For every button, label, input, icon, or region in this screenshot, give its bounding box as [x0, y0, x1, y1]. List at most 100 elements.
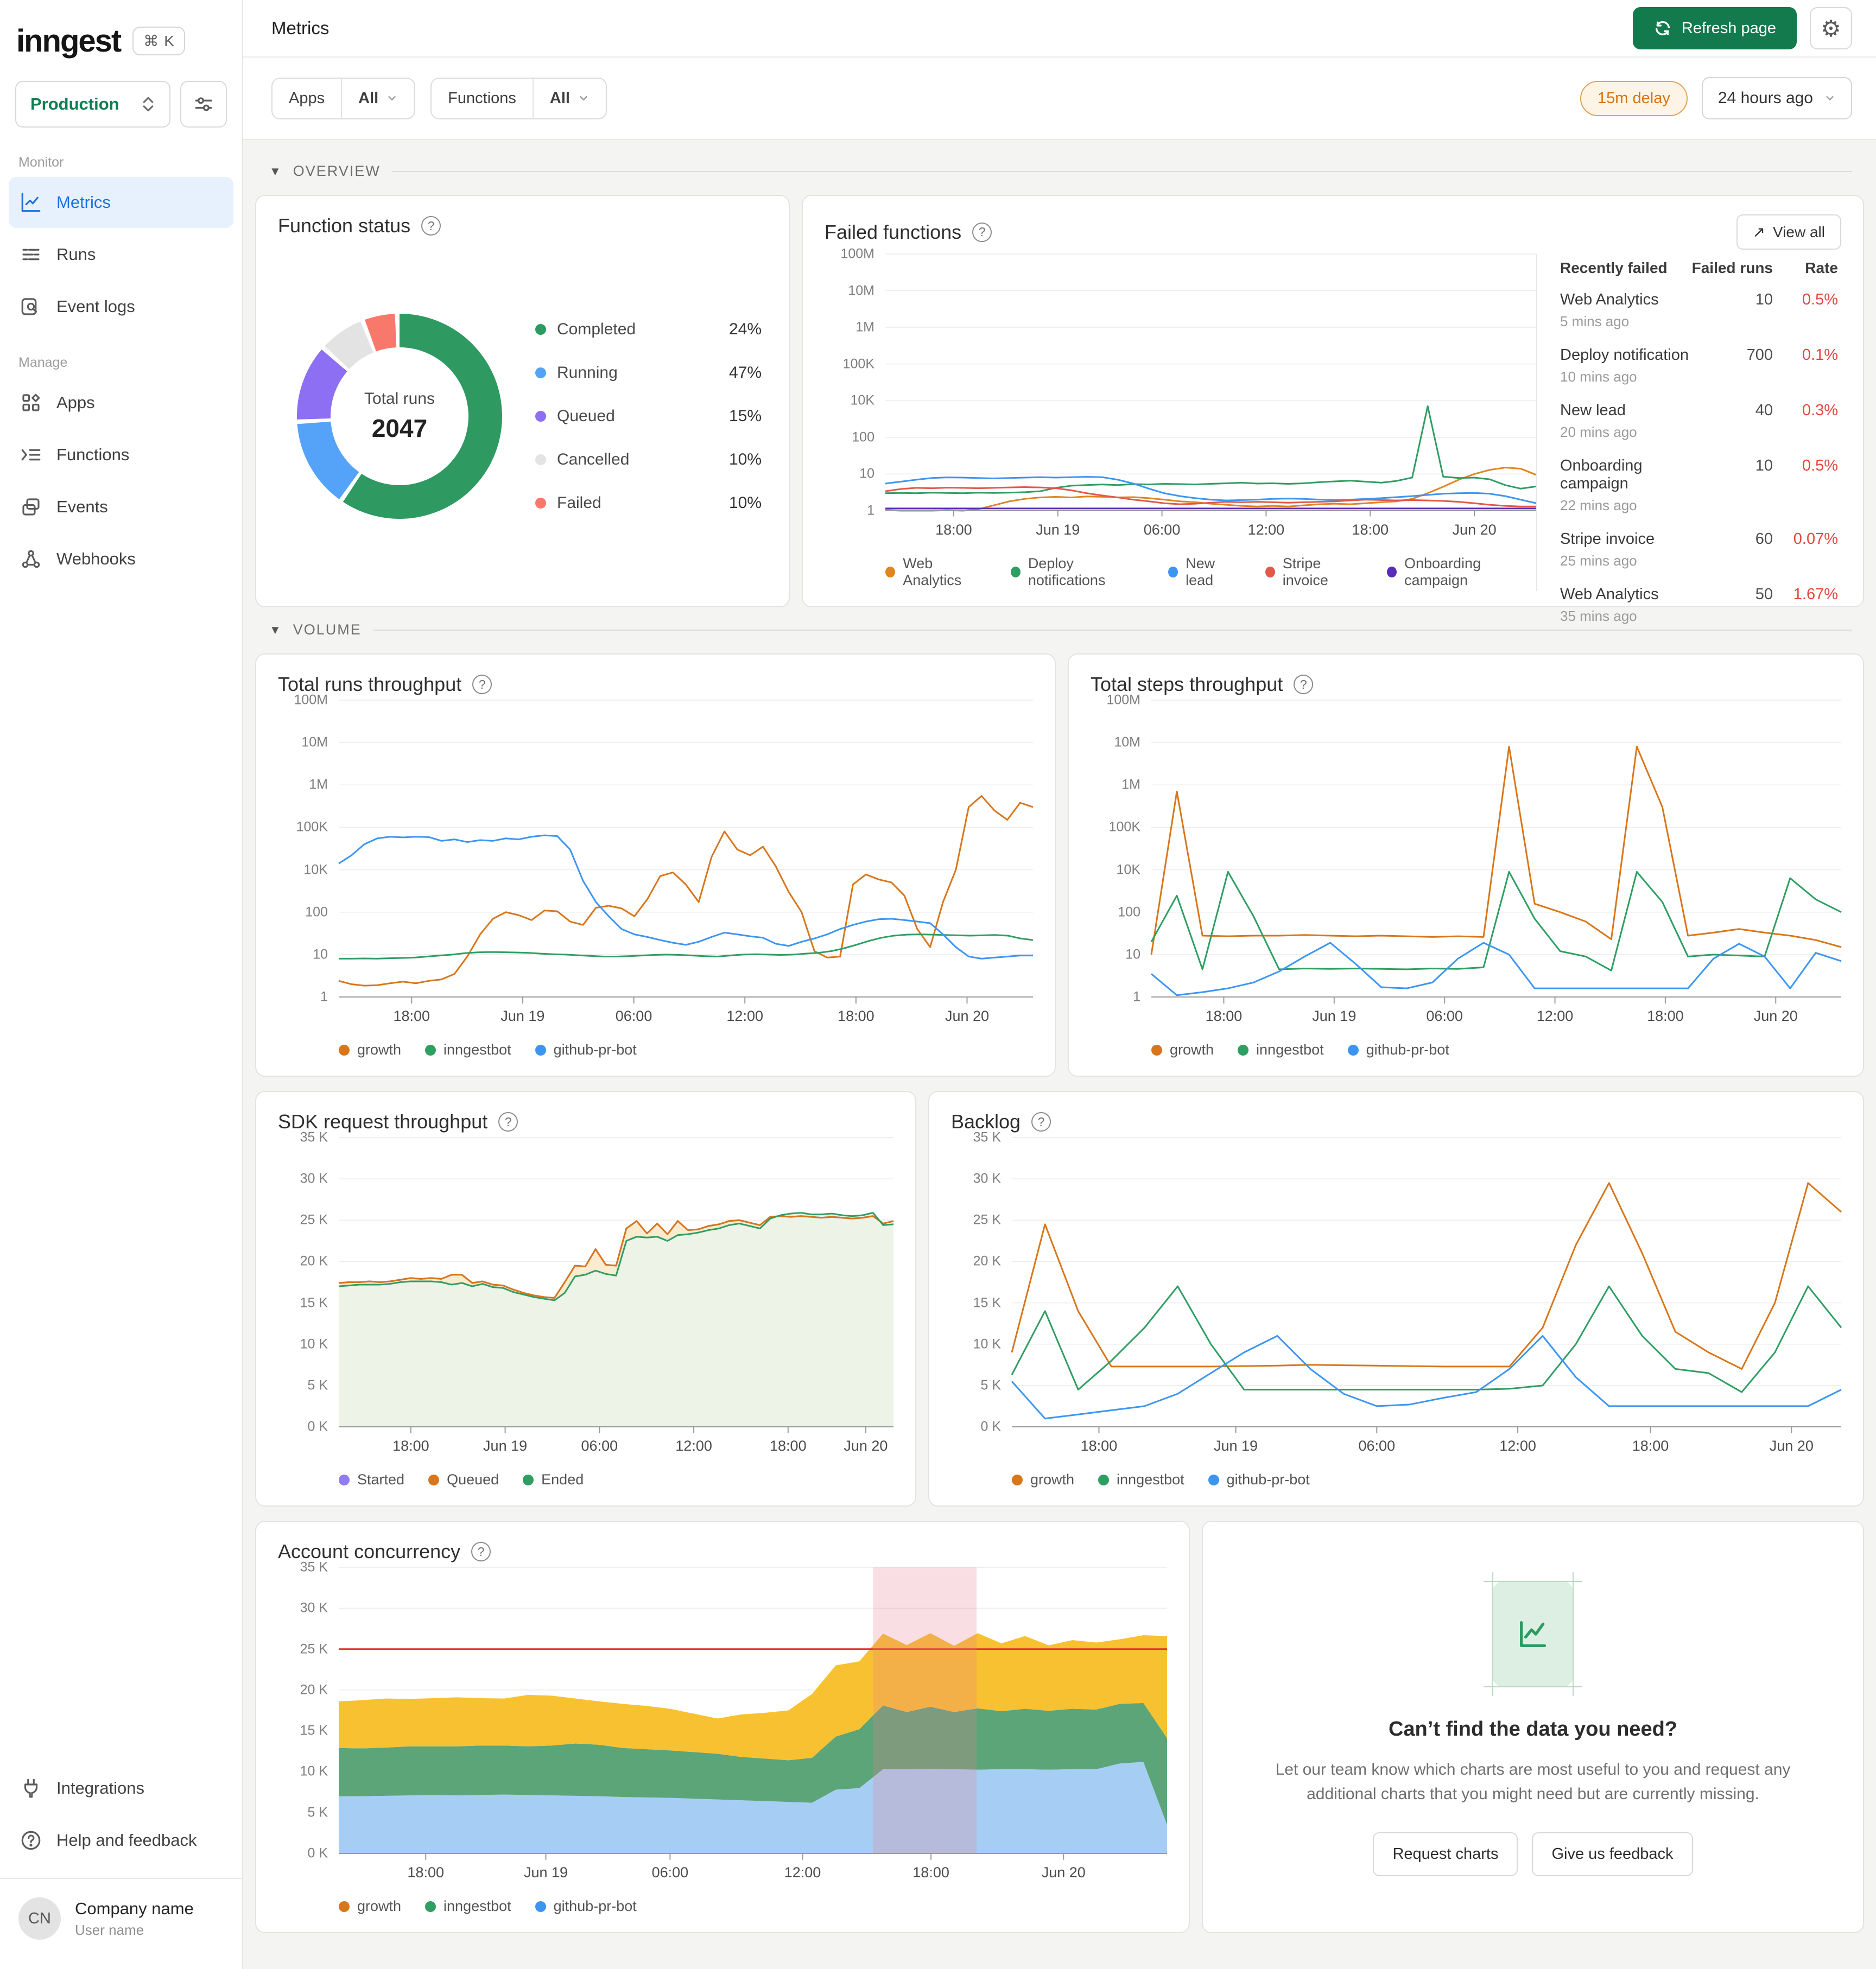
legend-item-github-pr-bot[interactable]: github-pr-bot — [535, 1041, 637, 1058]
sidebar-item-integrations[interactable]: Integrations — [9, 1763, 233, 1814]
recently-failed-row[interactable]: Stripe invoice 25 mins ago 60 0.07% — [1560, 530, 1838, 569]
sidebar-item-help-and-feedback[interactable]: Help and feedback — [9, 1815, 233, 1866]
environment-select[interactable]: Production — [15, 81, 170, 128]
legend-item-github-pr-bot[interactable]: github-pr-bot — [1347, 1041, 1449, 1058]
sidebar-item-events[interactable]: Events — [9, 481, 233, 532]
failed-fn-runs: 10 — [1755, 291, 1773, 308]
legend-item-completed[interactable]: Completed 24% — [535, 320, 762, 339]
sidebar-item-functions[interactable]: Functions — [9, 429, 233, 480]
sidebar-item-webhooks[interactable]: Webhooks — [9, 533, 233, 585]
environment-filter-button[interactable] — [180, 81, 227, 128]
legend-item-web-analytics[interactable]: Web Analytics — [885, 555, 987, 589]
legend-item-queued[interactable]: Queued — [428, 1471, 499, 1488]
recently-failed-row[interactable]: Web Analytics 35 mins ago 50 1.67% — [1560, 586, 1838, 625]
legend-item-growth[interactable]: growth — [1012, 1471, 1074, 1488]
help-circle-icon[interactable]: ? — [1294, 675, 1314, 694]
give-feedback-button[interactable]: Give us feedback — [1532, 1832, 1693, 1876]
x-axis-tick: 12:00 — [1499, 1438, 1536, 1454]
y-axis-tick: 25 K — [300, 1212, 328, 1228]
help-circle-icon[interactable]: ? — [471, 1542, 491, 1561]
sidebar-item-runs[interactable]: Runs — [9, 229, 233, 280]
total-runs-card: Total runs throughput ? 1 10 100 10K 100K 1M 1… — [255, 653, 1056, 1077]
settings-button[interactable]: ⚙ — [1810, 7, 1852, 49]
sidebar-item-apps[interactable]: Apps — [9, 377, 233, 428]
help-circle-icon[interactable]: ? — [472, 675, 492, 694]
x-axis-tick: 12:00 — [726, 1008, 763, 1024]
legend-item-github-pr-bot[interactable]: github-pr-bot — [535, 1898, 637, 1915]
y-axis-tick: 10 — [859, 466, 874, 481]
x-axis-tick: Jun 19 — [523, 1864, 568, 1881]
apps-filter: Apps All — [271, 77, 416, 119]
legend-item-inngestbot[interactable]: inngestbot — [1098, 1471, 1184, 1488]
legend-dot — [1151, 1044, 1162, 1056]
refresh-icon — [1655, 21, 1670, 36]
sidebar-item-label: Events — [56, 497, 108, 516]
company-name: Company name — [75, 1898, 194, 1918]
refresh-page-button[interactable]: Refresh page — [1632, 7, 1797, 49]
legend-item-growth[interactable]: growth — [339, 1898, 401, 1915]
series-inngestbot — [1151, 872, 1841, 970]
legend-item-github-pr-bot[interactable]: github-pr-bot — [1208, 1471, 1310, 1488]
legend-item-stripe-invoice[interactable]: Stripe invoice — [1265, 555, 1363, 589]
x-axis-tick: 18:00 — [407, 1864, 445, 1881]
legend-item-growth[interactable]: growth — [339, 1041, 401, 1058]
view-all-button[interactable]: ↗ View all — [1736, 214, 1841, 250]
app-window: inngest ⌘ K Production Monitor Metrics Ru… — [0, 0, 1876, 1969]
y-axis-tick: 30 K — [300, 1600, 328, 1616]
y-axis-tick: 20 K — [300, 1253, 328, 1269]
recently-failed-row[interactable]: Onboarding campaign 22 mins ago 10 0.5% — [1560, 457, 1838, 514]
request-charts-button[interactable]: Request charts — [1373, 1832, 1518, 1876]
legend-item-inngestbot[interactable]: inngestbot — [1238, 1041, 1324, 1058]
series-growth — [339, 796, 1033, 986]
legend-item-started[interactable]: Started — [339, 1471, 404, 1488]
chevron-down-icon — [388, 96, 396, 101]
failed-fn-time: 35 mins ago — [1560, 608, 1637, 624]
recently-failed-row[interactable]: New lead 20 mins ago 40 0.3% — [1560, 402, 1838, 441]
donut-center-label: Total runs — [364, 390, 435, 408]
user-name: User name — [75, 1921, 144, 1938]
legend-item-inngestbot[interactable]: inngestbot — [425, 1041, 511, 1058]
sidebar-item-label: Event logs — [56, 297, 135, 316]
legend-item-new-lead[interactable]: New lead — [1168, 555, 1241, 589]
sidebar-item-label: Webhooks — [56, 549, 136, 568]
help-circle-icon[interactable]: ? — [972, 222, 992, 242]
help-circle-icon[interactable]: ? — [1031, 1112, 1051, 1132]
sidebar-item-label: Help and feedback — [56, 1831, 197, 1850]
command-k-shortcut[interactable]: ⌘ K — [132, 27, 185, 55]
account-menu[interactable]: CN Company name User name — [0, 1879, 242, 1964]
apps-filter-value[interactable]: All — [341, 78, 414, 118]
legend-item-queued[interactable]: Queued 15% — [535, 407, 762, 425]
legend-item-running[interactable]: Running 47% — [535, 364, 762, 382]
legend-item-ended[interactable]: Ended — [523, 1471, 584, 1488]
time-range-select[interactable]: 24 hours ago — [1701, 77, 1852, 119]
y-axis-tick: 10M — [1114, 734, 1140, 750]
help-circle-icon[interactable]: ? — [498, 1112, 518, 1132]
y-axis-tick: 15 K — [300, 1295, 328, 1311]
legend-dot — [535, 454, 546, 465]
legend-item-onboarding-campaign[interactable]: Onboarding campaign — [1386, 555, 1536, 589]
y-axis-tick: 10 K — [300, 1763, 328, 1779]
y-axis-tick: 25 K — [973, 1212, 1001, 1228]
legend-item-deploy-notifications[interactable]: Deploy notifications — [1010, 555, 1144, 589]
x-axis-tick: 06:00 — [1426, 1008, 1463, 1024]
overview-section-header[interactable]: ▼ OVERVIEW — [269, 163, 1852, 180]
legend-item-growth[interactable]: growth — [1151, 1041, 1214, 1058]
recently-failed-row[interactable]: Deploy notification 10 mins ago 700 0.1% — [1560, 346, 1838, 385]
sdk-request-chart: 0 K 5 K 10 K 15 K 20 K 25 K 30 K 35 K 18:00 Jun 1… — [278, 1130, 893, 1490]
functions-filter-value[interactable]: All — [532, 78, 606, 118]
filter-bar: Apps All Functions All 15m delay 24 hour… — [243, 58, 1876, 140]
x-axis-tick: Jun 19 — [1214, 1438, 1258, 1454]
recently-failed-row[interactable]: Web Analytics 5 mins ago 10 0.5% — [1560, 291, 1838, 330]
legend-item-inngestbot[interactable]: inngestbot — [425, 1898, 511, 1915]
y-axis-tick: 0 K — [980, 1419, 1001, 1434]
cant-find-body: Let our team know which charts are most … — [1275, 1761, 1791, 1803]
help-circle-icon[interactable]: ? — [421, 216, 441, 236]
y-axis-tick: 1 — [320, 989, 328, 1005]
legend-item-cancelled[interactable]: Cancelled 10% — [535, 450, 762, 469]
sidebar-item-event-logs[interactable]: Event logs — [9, 281, 233, 332]
sidebar-item-metrics[interactable]: Metrics — [9, 177, 233, 228]
legend-item-failed[interactable]: Failed 10% — [535, 494, 762, 512]
series-Deploy notifications — [885, 406, 1536, 493]
y-axis-tick: 20 K — [973, 1253, 1001, 1269]
failed-fn-rate: 0.3% — [1802, 402, 1838, 419]
